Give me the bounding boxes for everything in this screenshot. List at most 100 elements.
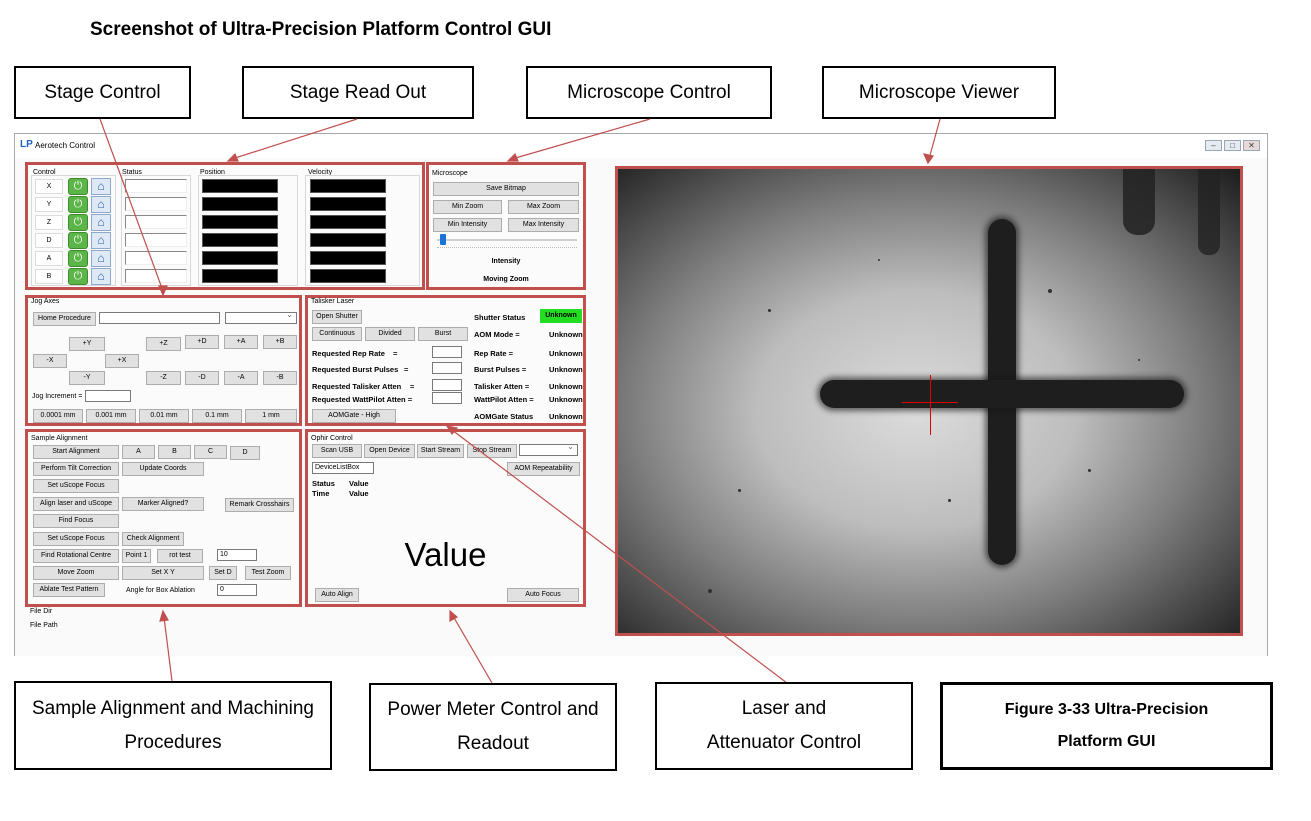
auto-focus-button[interactable]: Auto Focus (507, 588, 579, 602)
increment-0-1[interactable]: 0.1 mm (192, 409, 242, 423)
test-zoom-button[interactable]: Test Zoom (245, 566, 291, 580)
jog-plus-x[interactable]: +X (105, 354, 139, 368)
point-b-button[interactable]: B (158, 445, 191, 459)
point1-button[interactable]: Point 1 (122, 549, 151, 563)
move-zoom-button[interactable]: Move Zoom (33, 566, 119, 580)
speck (1088, 469, 1091, 472)
device-list-box[interactable]: DeviceListBox (312, 462, 374, 474)
auto-align-button[interactable]: Auto Align (315, 588, 359, 602)
req-burst-input[interactable] (432, 362, 462, 374)
jog-plus-z[interactable]: +Z (146, 337, 181, 351)
jog-plus-a[interactable]: +A (224, 335, 258, 349)
maximize-button[interactable]: □ (1224, 140, 1241, 151)
jog-minus-d[interactable]: -D (185, 371, 219, 385)
angle-box-ablation-input[interactable]: 0 (217, 584, 257, 596)
req-wattpilot-atten-input[interactable] (432, 392, 462, 404)
req-rep-rate-input[interactable] (432, 346, 462, 358)
power-icon[interactable]: ⏻ (68, 232, 88, 249)
max-intensity-button[interactable]: Max Intensity (508, 218, 579, 232)
intensity-slider-thumb[interactable] (439, 234, 446, 245)
close-button[interactable]: ✕ (1243, 140, 1260, 151)
home-procedure-input[interactable] (99, 312, 220, 324)
save-bitmap-button[interactable]: Save Bitmap (433, 182, 579, 196)
aomgate-status-value: Unknown (549, 412, 583, 421)
divided-button[interactable]: Divided (365, 327, 415, 341)
home-icon[interactable]: ⌂ (91, 178, 111, 195)
microscope-label: Microscope (432, 170, 468, 177)
jog-panel: Jog Axes Home Procedure +Y +Z +D +A +B -… (25, 295, 302, 426)
min-zoom-button[interactable]: Min Zoom (433, 200, 502, 214)
jog-plus-b[interactable]: +B (263, 335, 297, 349)
home-icon[interactable]: ⌂ (91, 214, 111, 231)
home-icon[interactable]: ⌂ (91, 196, 111, 213)
set-xy-button[interactable]: Set X Y (122, 566, 204, 580)
jog-minus-z[interactable]: -Z (146, 371, 181, 385)
intensity-slider-track[interactable] (437, 239, 577, 241)
set-uscope-focus-button-2[interactable]: Set uScope Focus (33, 532, 119, 546)
aom-repeatability-button[interactable]: AOM Repeatability (507, 462, 580, 476)
angle-box-ablation-label: Angle for Box Ablation (126, 587, 195, 594)
set-d-button[interactable]: Set D (209, 566, 237, 580)
marker-aligned-button[interactable]: Marker Aligned? (122, 497, 204, 511)
rot-test-button[interactable]: rot test (157, 549, 203, 563)
home-icon[interactable]: ⌂ (91, 232, 111, 249)
point-c-button[interactable]: C (194, 445, 227, 459)
jog-minus-a[interactable]: -A (224, 371, 258, 385)
jog-plus-d[interactable]: +D (185, 335, 219, 349)
crosshair-horizontal (902, 402, 958, 403)
stream-select[interactable] (519, 444, 578, 456)
rep-rate-label: Rep Rate = (474, 349, 513, 358)
jog-minus-x[interactable]: -X (33, 354, 67, 368)
start-stream-button[interactable]: Start Stream (417, 444, 464, 458)
home-icon[interactable]: ⌂ (91, 268, 111, 285)
home-procedure-button[interactable]: Home Procedure (33, 312, 96, 326)
point-d-button[interactable]: D (230, 446, 260, 460)
align-laser-button[interactable]: Align laser and uScope (33, 497, 119, 511)
aom-mode-value: Unknown (549, 330, 583, 339)
microscope-viewer[interactable] (615, 166, 1243, 636)
scan-usb-button[interactable]: Scan USB (312, 444, 362, 458)
find-rotational-centre-button[interactable]: Find Rotational Centre (33, 549, 119, 563)
increment-0-0001[interactable]: 0.0001 mm (33, 409, 83, 423)
min-intensity-button[interactable]: Min Intensity (433, 218, 502, 232)
status-y (125, 197, 187, 211)
start-alignment-button[interactable]: Start Alignment (33, 445, 119, 459)
open-device-button[interactable]: Open Device (364, 444, 415, 458)
minimize-button[interactable]: – (1205, 140, 1222, 151)
increment-0-001[interactable]: 0.001 mm (86, 409, 136, 423)
burst-button[interactable]: Burst (418, 327, 468, 341)
power-icon[interactable]: ⏻ (68, 214, 88, 231)
max-zoom-button[interactable]: Max Zoom (508, 200, 579, 214)
jog-minus-y[interactable]: -Y (69, 371, 105, 385)
tilt-correction-button[interactable]: Perform Tilt Correction (33, 462, 119, 476)
microscope-panel: Microscope Save Bitmap Min Zoom Max Zoom… (426, 162, 586, 290)
power-icon[interactable]: ⏻ (68, 178, 88, 195)
position-z (202, 215, 278, 229)
continuous-button[interactable]: Continuous (312, 327, 362, 341)
set-uscope-focus-button[interactable]: Set uScope Focus (33, 479, 119, 493)
jog-increment-input[interactable] (85, 390, 131, 402)
power-icon[interactable]: ⏻ (68, 268, 88, 285)
stop-stream-button[interactable]: Stop Stream (467, 444, 517, 458)
power-icon[interactable]: ⏻ (68, 250, 88, 267)
open-shutter-button[interactable]: Open Shutter (312, 310, 362, 324)
power-icon[interactable]: ⏻ (68, 196, 88, 213)
increment-0-01[interactable]: 0.01 mm (139, 409, 189, 423)
jog-minus-b[interactable]: -B (263, 371, 297, 385)
aomgate-high-button[interactable]: AOMGate - High (312, 409, 396, 423)
ophir-label: Ophir Control (311, 435, 353, 442)
home-icon[interactable]: ⌂ (91, 250, 111, 267)
jog-plus-y[interactable]: +Y (69, 337, 105, 351)
increment-1[interactable]: 1 mm (245, 409, 297, 423)
point-a-button[interactable]: A (122, 445, 155, 459)
remark-crosshairs-button[interactable]: Remark Crosshairs (225, 498, 294, 512)
req-talisker-atten-input[interactable] (432, 379, 462, 391)
ablate-test-pattern-button[interactable]: Ablate Test Pattern (33, 583, 105, 597)
check-alignment-button[interactable]: Check Alignment (122, 532, 184, 546)
home-procedure-select[interactable] (225, 312, 297, 324)
update-coords-button[interactable]: Update Coords (122, 462, 204, 476)
rot-test-input[interactable]: 10 (217, 549, 257, 561)
speck (738, 489, 741, 492)
find-focus-button[interactable]: Find Focus (33, 514, 119, 528)
status-a (125, 251, 187, 265)
